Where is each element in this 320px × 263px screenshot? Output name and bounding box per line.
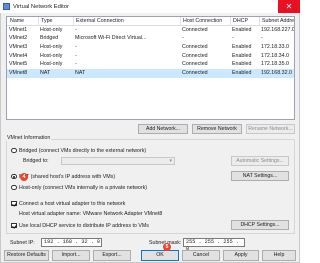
remove-network-button[interactable]: Remove Network <box>192 124 242 134</box>
nat-radio-label: NAT (shared host's IP address with VMs) <box>19 173 116 180</box>
cell-host: Connected <box>182 44 208 51</box>
cell-type: Host-only <box>40 26 63 33</box>
cell-dhcp: Enabled <box>232 61 252 68</box>
table-row[interactable]: VMnet2 Bridged Microsoft Wi-Fi Direct Vi… <box>7 34 294 43</box>
cell-subnet: 192.168.227.0 <box>261 26 295 33</box>
cell-external: - <box>75 61 77 68</box>
cell-host: Connected <box>182 26 208 33</box>
list-header: Name Type External Connection Host Conne… <box>7 17 294 26</box>
subnet-ip-field[interactable]: 192 . 168 . 32 . 0 <box>41 237 102 247</box>
cell-external: - <box>75 26 77 33</box>
column-header-dhcp[interactable]: DHCP <box>232 17 260 26</box>
cell-dhcp: Enabled <box>232 52 252 59</box>
cell-subnet: 172.18.34.0 <box>261 52 289 59</box>
adapter-name-text: Host virtual adapter name: VMware Networ… <box>19 211 163 217</box>
apply-button[interactable]: Apply <box>223 250 259 261</box>
app-icon <box>3 3 10 10</box>
cell-dhcp: Enabled <box>232 70 252 77</box>
cell-name: VMnet4 <box>9 52 28 59</box>
cell-host: - <box>182 35 184 42</box>
cell-subnet: - <box>261 35 263 42</box>
help-button[interactable]: Help <box>262 250 296 261</box>
dhcp-checkbox[interactable] <box>11 222 17 228</box>
step-5-badge: 5 <box>163 243 171 251</box>
cell-external: NAT <box>75 70 86 77</box>
connect-adapter-checkbox[interactable] <box>11 200 17 206</box>
table-row[interactable]: VMnet3 Host-only - Connected Enabled 172… <box>7 43 294 52</box>
dhcp-settings-button[interactable]: DHCP Settings... <box>231 220 289 230</box>
bridged-to-select[interactable]: ▾ <box>61 157 175 165</box>
dialog-client: Name Type External Connection Host Conne… <box>0 13 300 263</box>
column-header-external-connection[interactable]: External Connection <box>75 17 181 26</box>
bridged-radio[interactable] <box>11 147 17 153</box>
column-header-name[interactable]: Name <box>9 17 39 26</box>
subnet-ip-label: Subnet IP: <box>10 239 35 246</box>
ok-button[interactable]: OK <box>141 250 179 261</box>
cell-type: NAT <box>40 70 51 77</box>
subnet-mask-field[interactable]: 255 . 255 . 255 . 0 <box>183 237 245 252</box>
hostonly-radio-label: Host-only (connect VMs internally in a p… <box>19 184 148 191</box>
column-header-type[interactable]: Type <box>40 17 74 26</box>
cell-subnet: 172.18.35.0 <box>261 61 289 68</box>
cell-name: VMnet8 <box>9 70 28 77</box>
connect-adapter-label: Connect a host virtual adapter to this n… <box>19 200 126 207</box>
column-header-subnet-address[interactable]: Subnet Address <box>261 17 294 26</box>
vmnet-info-title: VMnet Information <box>6 135 52 141</box>
cell-type: Host-only <box>40 61 63 68</box>
cell-name: VMnet2 <box>9 35 28 42</box>
cell-subnet: 172.18.33.0 <box>261 44 289 51</box>
cell-dhcp: - <box>232 35 234 42</box>
restore-defaults-button[interactable]: Restore Defaults <box>4 250 49 261</box>
cell-name: VMnet5 <box>9 61 28 68</box>
cell-subnet: 192.168.32.0 <box>261 70 292 77</box>
nat-settings-button[interactable]: NAT Settings... <box>231 171 289 181</box>
add-network-button[interactable]: Add Network... <box>138 124 188 134</box>
dhcp-label: Use local DHCP service to distribute IP … <box>19 222 149 229</box>
cell-type: Bridged <box>40 35 59 42</box>
import-button[interactable]: Import... <box>52 250 90 261</box>
table-row[interactable]: VMnet1 Host-only - Connected Enabled 192… <box>7 26 294 35</box>
automatic-settings-button[interactable]: Automatic Settings... <box>231 156 289 166</box>
cancel-button[interactable]: Cancel <box>182 250 220 261</box>
close-icon: ✕ <box>285 2 293 11</box>
rename-network-button[interactable]: Rename Network... <box>246 124 295 134</box>
table-row-selected[interactable]: VMnet8 NAT NAT Connected Enabled 192.168… <box>7 69 294 78</box>
cell-type: Host-only <box>40 52 63 59</box>
cell-host: Connected <box>182 70 208 77</box>
cell-dhcp: Enabled <box>232 26 252 33</box>
bridged-radio-label: Bridged (connect VMs directly to the ext… <box>19 147 147 154</box>
network-list[interactable]: Name Type External Connection Host Conne… <box>6 16 295 120</box>
nat-radio[interactable] <box>11 173 17 179</box>
cell-external: - <box>75 52 77 59</box>
export-button[interactable]: Export... <box>93 250 131 261</box>
window-title: Virtual Network Editor <box>13 3 69 10</box>
cell-host: Connected <box>182 52 208 59</box>
table-row[interactable]: VMnet4 Host-only - Connected Enabled 172… <box>7 52 294 61</box>
cell-host: Connected <box>182 61 208 68</box>
cell-name: VMnet3 <box>9 44 28 51</box>
column-header-host-connection[interactable]: Host Connection <box>182 17 231 26</box>
close-button[interactable]: ✕ <box>278 0 300 13</box>
chevron-down-icon: ▾ <box>169 158 172 164</box>
cell-name: VMnet1 <box>9 26 28 33</box>
cell-external: Microsoft Wi-Fi Direct Virtual... <box>75 35 147 42</box>
hostonly-radio[interactable] <box>11 184 17 190</box>
title-bar: Virtual Network Editor ✕ <box>0 0 300 13</box>
table-row[interactable]: VMnet5 Host-only - Connected Enabled 172… <box>7 60 294 69</box>
cell-external: - <box>75 44 77 51</box>
step-4-badge: 4 <box>20 172 28 181</box>
cell-dhcp: Enabled <box>232 44 252 51</box>
cell-type: Host-only <box>40 44 63 51</box>
bridged-to-label: Bridged to: <box>23 158 49 164</box>
